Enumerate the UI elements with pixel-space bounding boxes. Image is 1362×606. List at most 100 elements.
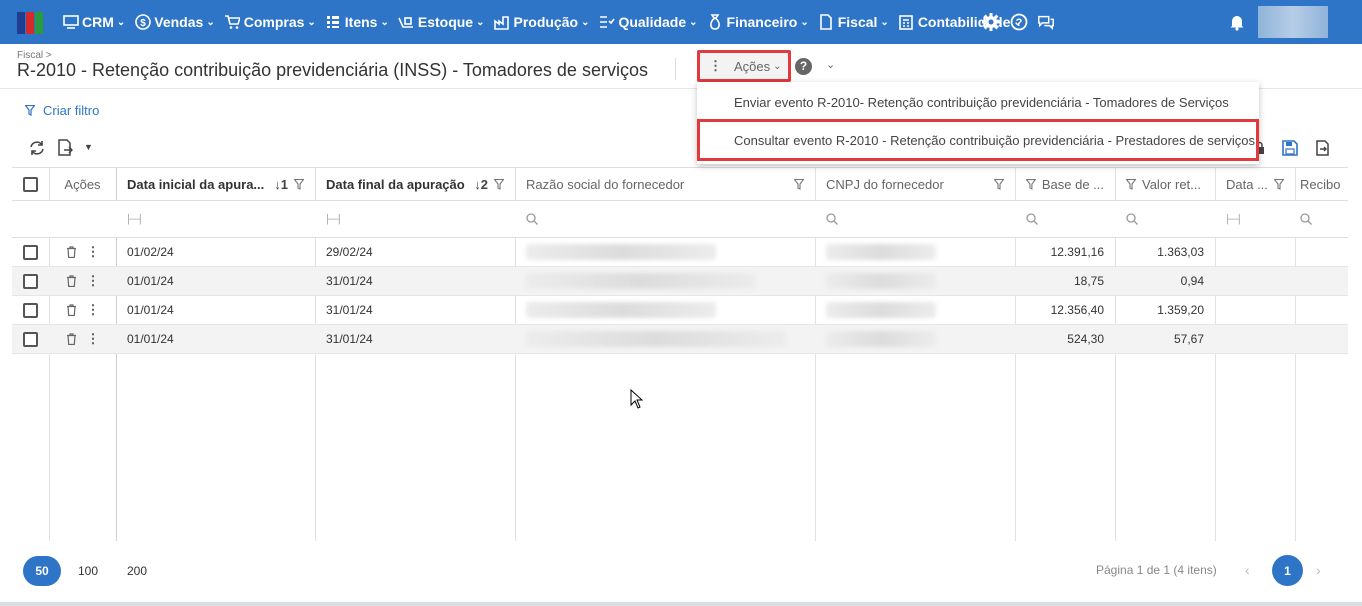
- nav-item-itens[interactable]: Itens ⌄: [325, 0, 389, 44]
- caret-down-icon[interactable]: ▼: [84, 142, 93, 152]
- app-logo[interactable]: [17, 12, 43, 34]
- search-filter[interactable]: [1115, 201, 1215, 237]
- save-icon[interactable]: [1282, 140, 1298, 156]
- factory-icon: [493, 14, 510, 31]
- select-all-checkbox[interactable]: [23, 176, 38, 192]
- help-icon[interactable]: ?: [795, 58, 812, 75]
- grid-header-row: Ações Data inicial da apura... ↓1 Data f…: [12, 168, 1348, 201]
- header-data[interactable]: Data ...: [1215, 168, 1295, 200]
- date-range-filter[interactable]: |—|: [116, 201, 315, 237]
- row-checkbox[interactable]: [23, 244, 38, 260]
- nav-item-estoque[interactable]: Estoque ⌄: [398, 0, 485, 44]
- refresh-icon[interactable]: [29, 140, 45, 156]
- stock-icon: [398, 14, 415, 31]
- row-checkbox[interactable]: [23, 302, 38, 318]
- table-row[interactable]: ⋮ 01/02/24 29/02/24 12.391,16 1.363,03: [12, 238, 1348, 267]
- help-icon[interactable]: ?: [1010, 13, 1028, 31]
- nav-item-label: Fiscal: [837, 14, 878, 30]
- cell-razao-social-redacted: [515, 296, 815, 324]
- sort-order: 1: [280, 176, 288, 192]
- bell-icon[interactable]: [1228, 13, 1246, 31]
- gear-icon[interactable]: [982, 13, 1000, 31]
- table-row[interactable]: ⋮ 01/01/24 31/01/24 18,75 0,94: [12, 267, 1348, 296]
- file-export-icon[interactable]: [1315, 140, 1331, 156]
- pagination-info: Página 1 de 1 (4 itens): [1096, 563, 1217, 577]
- export-icon[interactable]: [57, 139, 73, 157]
- header-cnpj[interactable]: CNPJ do fornecedor: [815, 168, 1015, 200]
- range-icon: |—|: [127, 213, 142, 225]
- current-page-button[interactable]: 1: [1272, 555, 1303, 586]
- more-vertical-icon[interactable]: ⋮: [87, 244, 100, 260]
- search-filter[interactable]: [515, 201, 815, 237]
- trash-icon[interactable]: [66, 275, 77, 287]
- more-vertical-icon[interactable]: ⋮: [87, 331, 100, 347]
- sort-indicator: ↓1: [274, 177, 304, 192]
- page-title: R-2010 - Retenção contribuição previdenc…: [17, 60, 648, 80]
- row-checkbox[interactable]: [23, 273, 38, 289]
- filter-icon[interactable]: [794, 178, 804, 190]
- header-base[interactable]: Base de ...: [1015, 168, 1115, 200]
- chevron-right-icon[interactable]: ›: [1316, 562, 1321, 578]
- filter-icon[interactable]: [1274, 178, 1284, 190]
- nav-menu: CRM ⌄ $ Vendas ⌄ Compras ⌄ Itens ⌄ Estoque ⌄ …: [62, 0, 1031, 44]
- date-range-filter[interactable]: |—|: [1215, 201, 1295, 237]
- table-row[interactable]: ⋮ 01/01/24 31/01/24 12.356,40 1.359,20: [12, 296, 1348, 325]
- create-filter-link[interactable]: Criar filtro: [25, 103, 99, 118]
- chat-icon[interactable]: [1037, 13, 1055, 31]
- cell-data-final: 31/01/24: [326, 303, 373, 317]
- bottom-border: [0, 602, 1362, 606]
- page-size-200[interactable]: 200: [121, 556, 153, 586]
- more-vertical-icon[interactable]: ⋮: [87, 302, 100, 318]
- nav-item-label: Compras: [243, 14, 305, 30]
- chevron-left-icon[interactable]: ‹: [1245, 562, 1250, 578]
- chevron-down-icon[interactable]: ⌄: [826, 58, 835, 71]
- filter-icon[interactable]: [294, 178, 304, 190]
- header-data-inicial[interactable]: Data inicial da apura... ↓1: [116, 168, 315, 200]
- more-vertical-icon[interactable]: ⋮: [87, 273, 100, 289]
- nav-item-financeiro[interactable]: Financeiro ⌄: [707, 0, 809, 44]
- svg-text:$: $: [140, 18, 146, 29]
- table-row[interactable]: ⋮ 01/01/24 31/01/24 524,30 57,67: [12, 325, 1348, 354]
- cell-cnpj-redacted: [815, 238, 1015, 266]
- filter-icon[interactable]: [1026, 178, 1036, 190]
- nav-item-contabilidade[interactable]: Contabilidade ⌄: [898, 0, 1022, 44]
- cell-valor: 57,67: [1173, 332, 1204, 346]
- nav-item-crm[interactable]: CRM ⌄: [62, 0, 125, 44]
- page-size-100[interactable]: 100: [72, 556, 104, 586]
- nav-item-label: Qualidade: [618, 14, 687, 30]
- menu-item-send-event[interactable]: Enviar evento R-2010- Retenção contribui…: [697, 82, 1259, 122]
- trash-icon[interactable]: [66, 246, 77, 258]
- header-label: Recibo: [1300, 176, 1341, 192]
- trash-icon[interactable]: [66, 304, 77, 316]
- nav-item-fiscal[interactable]: Fiscal ⌄: [818, 0, 889, 44]
- filter-icon[interactable]: [1126, 178, 1136, 190]
- search-filter[interactable]: [815, 201, 1015, 237]
- header-razao-social[interactable]: Razão social do fornecedor: [515, 168, 815, 200]
- nav-item-label: Financeiro: [726, 14, 798, 30]
- page-size-50[interactable]: 50: [23, 556, 61, 586]
- header-recibo[interactable]: Recibo: [1295, 168, 1348, 200]
- search-filter[interactable]: [1295, 201, 1348, 237]
- trash-icon[interactable]: [66, 333, 77, 345]
- filter-icon[interactable]: [994, 178, 1004, 190]
- avatar[interactable]: [1258, 6, 1328, 38]
- filter-icon[interactable]: [494, 178, 504, 190]
- money-bag-icon: [707, 14, 724, 31]
- cart-icon: [224, 14, 241, 31]
- row-checkbox[interactable]: [23, 331, 38, 347]
- chevron-down-icon: ⌄: [476, 16, 485, 28]
- nav-item-compras[interactable]: Compras ⌄: [224, 0, 316, 44]
- date-range-filter[interactable]: |—|: [315, 201, 515, 237]
- top-navbar: CRM ⌄ $ Vendas ⌄ Compras ⌄ Itens ⌄ Estoque ⌄ …: [0, 0, 1362, 44]
- nav-item-qualidade[interactable]: Qualidade ⌄: [598, 0, 698, 44]
- header-valor[interactable]: Valor ret...: [1115, 168, 1215, 200]
- header-data-final[interactable]: Data final da apuração ↓2: [315, 168, 515, 200]
- menu-item-query-event[interactable]: Consultar evento R-2010 - Retenção contr…: [697, 119, 1259, 161]
- search-filter[interactable]: [1015, 201, 1115, 237]
- nav-item-vendas[interactable]: $ Vendas ⌄: [134, 0, 215, 44]
- nav-item-producao[interactable]: Produção ⌄: [493, 0, 589, 44]
- row-select-cell: [12, 238, 49, 266]
- actions-dropdown-menu: Enviar evento R-2010- Retenção contribui…: [697, 82, 1259, 164]
- chevron-down-icon: ⌄: [206, 16, 215, 28]
- actions-button[interactable]: ⋮ Ações ⌄: [697, 50, 791, 82]
